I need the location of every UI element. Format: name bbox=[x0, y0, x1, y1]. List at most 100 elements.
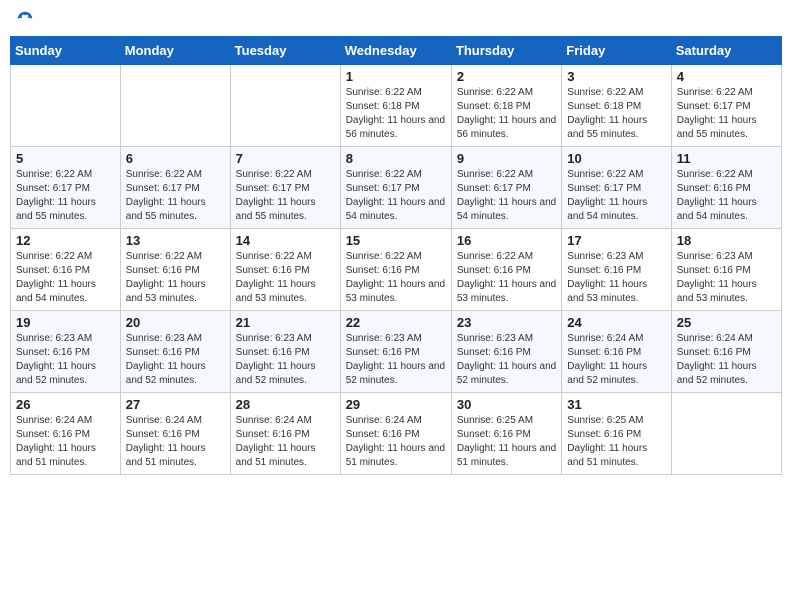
calendar-cell bbox=[120, 65, 230, 147]
day-number: 10 bbox=[567, 151, 665, 166]
calendar-week-row: 12 Sunrise: 6:22 AM Sunset: 6:16 PM Dayli… bbox=[11, 229, 782, 311]
calendar-cell: 20 Sunrise: 6:23 AM Sunset: 6:16 PM Dayli… bbox=[120, 311, 230, 393]
calendar-cell: 30 Sunrise: 6:25 AM Sunset: 6:16 PM Dayli… bbox=[451, 393, 561, 475]
day-number: 23 bbox=[457, 315, 556, 330]
weekday-header-sunday: Sunday bbox=[11, 37, 121, 65]
day-number: 5 bbox=[16, 151, 115, 166]
calendar-week-row: 1 Sunrise: 6:22 AM Sunset: 6:18 PM Daylig… bbox=[11, 65, 782, 147]
weekday-header-row: SundayMondayTuesdayWednesdayThursdayFrid… bbox=[11, 37, 782, 65]
day-info: Sunrise: 6:22 AM Sunset: 6:17 PM Dayligh… bbox=[346, 168, 446, 224]
day-number: 30 bbox=[457, 397, 556, 412]
day-info: Sunrise: 6:23 AM Sunset: 6:16 PM Dayligh… bbox=[16, 332, 115, 388]
calendar-cell: 29Sunrise: 6:24 AM Sunset: 6:16 PM Dayli… bbox=[340, 393, 451, 475]
page-header bbox=[10, 10, 782, 28]
calendar-cell: 2 Sunrise: 6:22 AM Sunset: 6:18 PM Daylig… bbox=[451, 65, 561, 147]
calendar-cell: 15 Sunrise: 6:22 AM Sunset: 6:16 PM Dayli… bbox=[340, 229, 451, 311]
day-info: Sunrise: 6:22 AM Sunset: 6:18 PM Dayligh… bbox=[457, 86, 556, 142]
day-number: 8 bbox=[346, 151, 446, 166]
weekday-header-friday: Friday bbox=[562, 37, 671, 65]
calendar-cell: 3 Sunrise: 6:22 AM Sunset: 6:18 PM Daylig… bbox=[562, 65, 671, 147]
day-info: Sunrise: 6:24 AM Sunset: 6:16 PM Dayligh… bbox=[126, 414, 225, 470]
day-number: 17 bbox=[567, 233, 665, 248]
day-info: Sunrise: 6:23 AM Sunset: 6:16 PM Dayligh… bbox=[346, 332, 446, 388]
day-info: Sunrise: 6:22 AM Sunset: 6:17 PM Dayligh… bbox=[16, 168, 115, 224]
day-info: Sunrise: 6:22 AM Sunset: 6:17 PM Dayligh… bbox=[677, 86, 776, 142]
day-info: Sunrise: 6:22 AM Sunset: 6:16 PM Dayligh… bbox=[236, 250, 335, 306]
day-number: 27 bbox=[126, 397, 225, 412]
day-info: Sunrise: 6:22 AM Sunset: 6:16 PM Dayligh… bbox=[457, 250, 556, 306]
day-number: 26 bbox=[16, 397, 115, 412]
day-number: 21 bbox=[236, 315, 335, 330]
calendar-cell: 24 Sunrise: 6:24 AM Sunset: 6:16 PM Dayli… bbox=[562, 311, 671, 393]
day-info: Sunrise: 6:22 AM Sunset: 6:18 PM Dayligh… bbox=[567, 86, 665, 142]
calendar-cell: 12 Sunrise: 6:22 AM Sunset: 6:16 PM Dayli… bbox=[11, 229, 121, 311]
day-info: Sunrise: 6:24 AM Sunset: 6:16 PM Dayligh… bbox=[567, 332, 665, 388]
day-info: Sunrise: 6:22 AM Sunset: 6:16 PM Dayligh… bbox=[346, 250, 446, 306]
calendar-cell bbox=[671, 393, 781, 475]
logo bbox=[14, 10, 34, 28]
day-number: 15 bbox=[346, 233, 446, 248]
day-number: 18 bbox=[677, 233, 776, 248]
day-info: Sunrise: 6:25 AM Sunset: 6:16 PM Dayligh… bbox=[457, 414, 556, 470]
day-number: 9 bbox=[457, 151, 556, 166]
calendar-cell: 16Sunrise: 6:22 AM Sunset: 6:16 PM Dayli… bbox=[451, 229, 561, 311]
calendar-cell: 22 Sunrise: 6:23 AM Sunset: 6:16 PM Dayli… bbox=[340, 311, 451, 393]
day-number: 1 bbox=[346, 69, 446, 84]
weekday-header-tuesday: Tuesday bbox=[230, 37, 340, 65]
day-info: Sunrise: 6:23 AM Sunset: 6:16 PM Dayligh… bbox=[567, 250, 665, 306]
calendar-cell: 27 Sunrise: 6:24 AM Sunset: 6:16 PM Dayli… bbox=[120, 393, 230, 475]
calendar-cell: 10Sunrise: 6:22 AM Sunset: 6:17 PM Dayli… bbox=[562, 147, 671, 229]
calendar-cell: 5 Sunrise: 6:22 AM Sunset: 6:17 PM Daylig… bbox=[11, 147, 121, 229]
day-number: 6 bbox=[126, 151, 225, 166]
calendar-cell: 19Sunrise: 6:23 AM Sunset: 6:16 PM Dayli… bbox=[11, 311, 121, 393]
day-number: 12 bbox=[16, 233, 115, 248]
weekday-header-thursday: Thursday bbox=[451, 37, 561, 65]
day-number: 13 bbox=[126, 233, 225, 248]
day-number: 31 bbox=[567, 397, 665, 412]
calendar-cell: 14Sunrise: 6:22 AM Sunset: 6:16 PM Dayli… bbox=[230, 229, 340, 311]
weekday-header-saturday: Saturday bbox=[671, 37, 781, 65]
day-info: Sunrise: 6:23 AM Sunset: 6:16 PM Dayligh… bbox=[457, 332, 556, 388]
day-number: 3 bbox=[567, 69, 665, 84]
weekday-header-monday: Monday bbox=[120, 37, 230, 65]
calendar-cell: 6 Sunrise: 6:22 AM Sunset: 6:17 PM Daylig… bbox=[120, 147, 230, 229]
calendar-cell: 11 Sunrise: 6:22 AM Sunset: 6:16 PM Dayli… bbox=[671, 147, 781, 229]
day-number: 28 bbox=[236, 397, 335, 412]
day-info: Sunrise: 6:22 AM Sunset: 6:18 PM Dayligh… bbox=[346, 86, 446, 142]
calendar-cell: 23 Sunrise: 6:23 AM Sunset: 6:16 PM Dayli… bbox=[451, 311, 561, 393]
day-info: Sunrise: 6:23 AM Sunset: 6:16 PM Dayligh… bbox=[126, 332, 225, 388]
calendar-cell: 21 Sunrise: 6:23 AM Sunset: 6:16 PM Dayli… bbox=[230, 311, 340, 393]
calendar-cell: 8 Sunrise: 6:22 AM Sunset: 6:17 PM Daylig… bbox=[340, 147, 451, 229]
day-info: Sunrise: 6:24 AM Sunset: 6:16 PM Dayligh… bbox=[236, 414, 335, 470]
calendar-cell: 28 Sunrise: 6:24 AM Sunset: 6:16 PM Dayli… bbox=[230, 393, 340, 475]
calendar-cell: 25Sunrise: 6:24 AM Sunset: 6:16 PM Dayli… bbox=[671, 311, 781, 393]
day-number: 7 bbox=[236, 151, 335, 166]
day-info: Sunrise: 6:22 AM Sunset: 6:16 PM Dayligh… bbox=[126, 250, 225, 306]
day-number: 22 bbox=[346, 315, 446, 330]
logo-bird-icon bbox=[16, 10, 34, 28]
day-info: Sunrise: 6:24 AM Sunset: 6:16 PM Dayligh… bbox=[346, 414, 446, 470]
calendar-cell bbox=[230, 65, 340, 147]
day-number: 24 bbox=[567, 315, 665, 330]
calendar-cell: 7Sunrise: 6:22 AM Sunset: 6:17 PM Daylig… bbox=[230, 147, 340, 229]
day-info: Sunrise: 6:22 AM Sunset: 6:16 PM Dayligh… bbox=[16, 250, 115, 306]
calendar-week-row: 19Sunrise: 6:23 AM Sunset: 6:16 PM Dayli… bbox=[11, 311, 782, 393]
calendar-table: SundayMondayTuesdayWednesdayThursdayFrid… bbox=[10, 36, 782, 475]
day-number: 20 bbox=[126, 315, 225, 330]
day-info: Sunrise: 6:23 AM Sunset: 6:16 PM Dayligh… bbox=[236, 332, 335, 388]
day-number: 25 bbox=[677, 315, 776, 330]
day-info: Sunrise: 6:24 AM Sunset: 6:16 PM Dayligh… bbox=[16, 414, 115, 470]
day-number: 11 bbox=[677, 151, 776, 166]
calendar-cell bbox=[11, 65, 121, 147]
day-info: Sunrise: 6:22 AM Sunset: 6:16 PM Dayligh… bbox=[677, 168, 776, 224]
day-info: Sunrise: 6:22 AM Sunset: 6:17 PM Dayligh… bbox=[126, 168, 225, 224]
weekday-header-wednesday: Wednesday bbox=[340, 37, 451, 65]
calendar-cell: 26 Sunrise: 6:24 AM Sunset: 6:16 PM Dayli… bbox=[11, 393, 121, 475]
day-info: Sunrise: 6:23 AM Sunset: 6:16 PM Dayligh… bbox=[677, 250, 776, 306]
calendar-cell: 18 Sunrise: 6:23 AM Sunset: 6:16 PM Dayli… bbox=[671, 229, 781, 311]
day-info: Sunrise: 6:22 AM Sunset: 6:17 PM Dayligh… bbox=[457, 168, 556, 224]
day-info: Sunrise: 6:25 AM Sunset: 6:16 PM Dayligh… bbox=[567, 414, 665, 470]
calendar-cell: 31 Sunrise: 6:25 AM Sunset: 6:16 PM Dayli… bbox=[562, 393, 671, 475]
day-number: 2 bbox=[457, 69, 556, 84]
calendar-cell: 9 Sunrise: 6:22 AM Sunset: 6:17 PM Daylig… bbox=[451, 147, 561, 229]
